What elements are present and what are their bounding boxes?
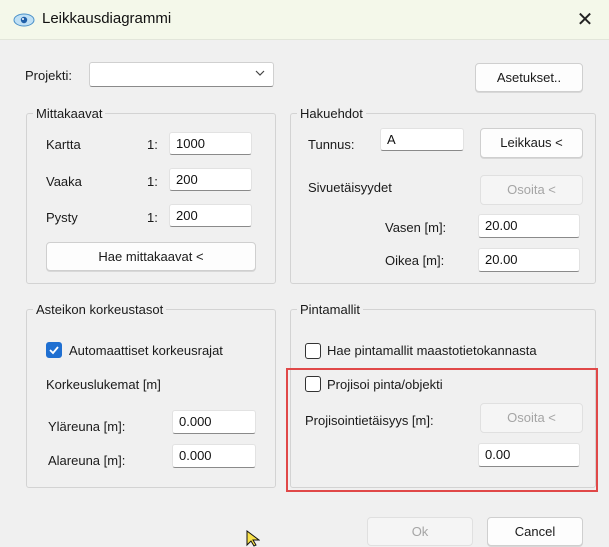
scales-legend: Mittakaavat: [36, 106, 103, 121]
point-side-distances-button[interactable]: Osoita <: [480, 175, 583, 205]
auto-elevation-checkbox[interactable]: [46, 342, 62, 358]
right-distance-input[interactable]: 20.00: [478, 248, 580, 272]
vertical-scale-prefix: 1:: [147, 210, 158, 225]
ok-button[interactable]: Ok: [367, 517, 473, 546]
right-distance-label: Oikea [m]:: [385, 253, 445, 268]
bottom-edge-label: Alareuna [m]:: [48, 453, 126, 468]
section-button[interactable]: Leikkaus <: [480, 128, 583, 158]
map-scale-prefix: 1:: [147, 137, 158, 152]
search-legend: Hakuehdot: [300, 106, 363, 121]
cancel-button[interactable]: Cancel: [487, 517, 583, 546]
side-distances-label: Sivuetäisyydet: [308, 180, 392, 195]
vertical-scale-input[interactable]: 200: [169, 204, 252, 227]
title-bar: Leikkausdiagrammi ✕: [0, 0, 609, 40]
bottom-edge-input[interactable]: 0.000: [172, 444, 256, 468]
chevron-down-icon: [255, 70, 265, 76]
map-scale-input[interactable]: 1000: [169, 132, 252, 155]
horizontal-scale-input[interactable]: 200: [169, 168, 252, 191]
project-label: Projekti:: [25, 68, 72, 83]
top-edge-label: Yläreuna [m]:: [48, 419, 126, 434]
vertical-scale-label: Pysty: [46, 210, 78, 225]
fetch-surfaces-label: Hae pintamallit maastotietokannasta: [327, 343, 537, 358]
window-title: Leikkausdiagrammi: [42, 10, 172, 27]
projection-distance-label: Projisointietäisyys [m]:: [305, 413, 434, 428]
close-icon: ✕: [576, 9, 594, 31]
id-input[interactable]: A: [380, 128, 464, 151]
close-button[interactable]: ✕: [569, 4, 601, 36]
projection-distance-input[interactable]: 0.00: [478, 443, 580, 467]
eye-icon: [13, 13, 35, 27]
mouse-cursor-icon: [246, 530, 260, 547]
auto-elevation-label: Automaattiset korkeusrajat: [69, 343, 223, 358]
left-distance-label: Vasen [m]:: [385, 220, 447, 235]
project-surface-checkbox[interactable]: [305, 376, 321, 392]
id-label: Tunnus:: [308, 137, 355, 152]
project-surface-label: Projisoi pinta/objekti: [327, 377, 443, 392]
left-distance-input[interactable]: 20.00: [478, 214, 580, 238]
horizontal-scale-prefix: 1:: [147, 174, 158, 189]
horizontal-scale-label: Vaaka: [46, 174, 82, 189]
map-scale-label: Kartta: [46, 137, 81, 152]
checkmark-icon: [49, 346, 59, 355]
fetch-surfaces-checkbox[interactable]: [305, 343, 321, 359]
top-edge-input[interactable]: 0.000: [172, 410, 256, 434]
project-select[interactable]: [89, 62, 274, 87]
elevation-legend: Asteikon korkeustasot: [36, 302, 164, 317]
settings-button[interactable]: Asetukset..: [475, 63, 583, 92]
surfaces-legend: Pintamallit: [300, 302, 360, 317]
readings-label: Korkeuslukemat [m]: [46, 377, 161, 392]
fetch-scales-button[interactable]: Hae mittakaavat <: [46, 242, 256, 271]
point-projection-button[interactable]: Osoita <: [480, 403, 583, 433]
